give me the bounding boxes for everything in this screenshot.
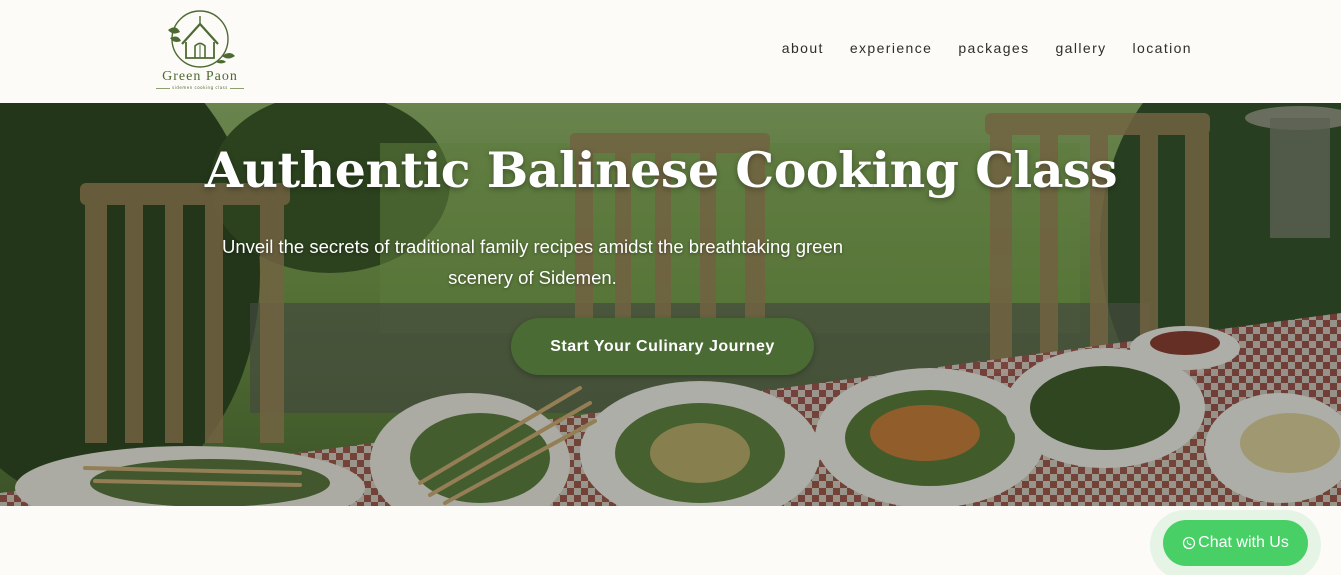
whatsapp-icon — [1183, 536, 1196, 550]
nav-link-experience[interactable]: experience — [850, 40, 933, 56]
brand-name: Green Paon — [162, 69, 238, 84]
site-header: Green Paon sidemen cooking class about e… — [0, 0, 1341, 103]
hero-section: Authentic Balinese Cooking Class Unveil … — [0, 103, 1341, 506]
chat-with-us-button[interactable]: Chat with Us — [1163, 520, 1308, 566]
nav-link-about[interactable]: about — [782, 40, 824, 56]
start-journey-button[interactable]: Start Your Culinary Journey — [511, 318, 814, 375]
hero-title: Authentic Balinese Cooking Class — [204, 141, 1118, 199]
main-nav: about experience packages gallery locati… — [782, 40, 1192, 56]
house-leaf-logo-icon — [168, 10, 235, 68]
brand-logo[interactable]: Green Paon sidemen cooking class — [150, 6, 250, 94]
nav-link-gallery[interactable]: gallery — [1055, 40, 1106, 56]
nav-link-location[interactable]: location — [1133, 40, 1192, 56]
chat-label: Chat with Us — [1198, 534, 1289, 551]
nav-link-packages[interactable]: packages — [958, 40, 1029, 56]
hero-subtitle: Unveil the secrets of traditional family… — [221, 236, 844, 288]
divider — [230, 88, 244, 89]
